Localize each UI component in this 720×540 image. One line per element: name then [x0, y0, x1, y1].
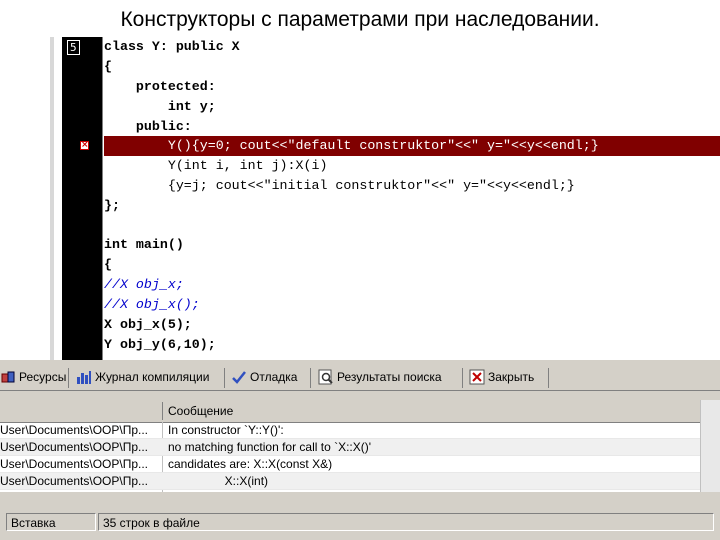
- code-line[interactable]: public:: [104, 117, 720, 137]
- tab-compile-log[interactable]: Журнал компиляции: [76, 366, 209, 388]
- messages-table[interactable]: Сообщение User\Documents\OOP\Пр... In co…: [0, 400, 700, 492]
- tab-separator: [224, 368, 225, 388]
- panel-tabs: Ресурсы Журнал компиляции Отладка Резуль…: [0, 366, 720, 391]
- code-line[interactable]: [104, 216, 720, 236]
- code-line[interactable]: {: [104, 57, 720, 77]
- tab-label: Закрыть: [488, 370, 535, 384]
- tab-label: Отладка: [250, 370, 298, 384]
- cell-message: In constructor `Y::Y()':: [168, 423, 284, 437]
- code-line-comment[interactable]: //X obj_x;: [104, 275, 720, 295]
- code-line[interactable]: {: [104, 255, 720, 275]
- code-line[interactable]: {y=j; cout<<"initial construktor"<<" y="…: [104, 176, 720, 196]
- code-line[interactable]: X obj_x(5);: [104, 315, 720, 335]
- tab-close[interactable]: Закрыть: [469, 366, 534, 388]
- cell-message: X::X(int): [168, 474, 269, 488]
- code-line-text: {y=j; cout<<"initial construktor"<<" y="…: [104, 178, 575, 193]
- search-results-icon: [318, 369, 334, 385]
- table-row[interactable]: User\Documents\OOP\Пр... In constructor …: [0, 422, 700, 439]
- code-editor[interactable]: 5 × class Y: public X { protected: int y…: [50, 37, 720, 360]
- table-header: Сообщение: [0, 400, 700, 423]
- compile-log-icon: [76, 369, 92, 385]
- code-line-highlighted[interactable]: Y(){y=0; cout<<"default construktor"<<" …: [104, 136, 720, 156]
- status-insert-mode: Вставка: [6, 513, 96, 531]
- debug-icon: [231, 369, 247, 385]
- tab-label: Результаты поиска: [337, 370, 442, 384]
- cell-file: User\Documents\OOP\Пр...: [0, 474, 149, 488]
- tab-search-results[interactable]: Результаты поиска: [318, 366, 442, 388]
- close-icon: [469, 369, 485, 385]
- column-header-message[interactable]: Сообщение: [168, 400, 233, 422]
- code-line[interactable]: protected:: [104, 77, 720, 97]
- editor-gutter: [62, 37, 102, 360]
- cell-file: User\Documents\OOP\Пр...: [0, 423, 149, 437]
- slide-title: Конструкторы с параметрами при наследова…: [120, 8, 600, 31]
- bottom-panel: Ресурсы Журнал компиляции Отладка Резуль…: [0, 360, 720, 540]
- table-row[interactable]: User\Documents\OOP\Пр... no matching fun…: [0, 439, 700, 456]
- code-line[interactable]: int y;: [104, 97, 720, 117]
- code-line[interactable]: Y obj_y(6,10);: [104, 335, 720, 355]
- gutter-line-number: 5: [67, 40, 80, 55]
- cell-file: User\Documents\OOP\Пр...: [0, 457, 149, 471]
- gutter-separator: [102, 37, 103, 360]
- table-row[interactable]: User\Documents\OOP\Пр... candidates are:…: [0, 456, 700, 473]
- tab-separator: [462, 368, 463, 388]
- code-line-comment[interactable]: //X obj_x();: [104, 295, 720, 315]
- status-bar: Вставка 35 строк в файле: [0, 513, 720, 533]
- vertical-scrollbar[interactable]: [700, 400, 720, 492]
- tab-resources[interactable]: Ресурсы: [0, 366, 66, 388]
- code-line[interactable]: class Y: public X: [104, 37, 720, 57]
- column-separator[interactable]: [162, 402, 163, 420]
- tab-debug[interactable]: Отладка: [231, 366, 297, 388]
- code-line[interactable]: };: [104, 196, 720, 216]
- tab-separator: [310, 368, 311, 388]
- cell-file: User\Documents\OOP\Пр...: [0, 440, 149, 454]
- code-line[interactable]: Y(int i, int j):X(i): [104, 156, 720, 176]
- editor-left-border: [50, 37, 54, 360]
- table-row[interactable]: User\Documents\OOP\Пр... X::X(int): [0, 473, 700, 490]
- tab-label: Журнал компиляции: [95, 370, 210, 384]
- resources-icon: [0, 369, 16, 385]
- tab-separator: [68, 368, 69, 388]
- breakpoint-error-icon[interactable]: ×: [80, 141, 89, 150]
- code-area[interactable]: class Y: public X { protected: int y; pu…: [104, 37, 720, 360]
- tab-separator: [548, 368, 549, 388]
- status-lines-count: 35 строк в файле: [98, 513, 714, 531]
- cell-message: candidates are: X::X(const X&): [168, 457, 333, 471]
- code-line[interactable]: int main(): [104, 235, 720, 255]
- cell-message: no matching function for call to `X::X()…: [168, 440, 372, 454]
- tab-label: Ресурсы: [19, 370, 67, 384]
